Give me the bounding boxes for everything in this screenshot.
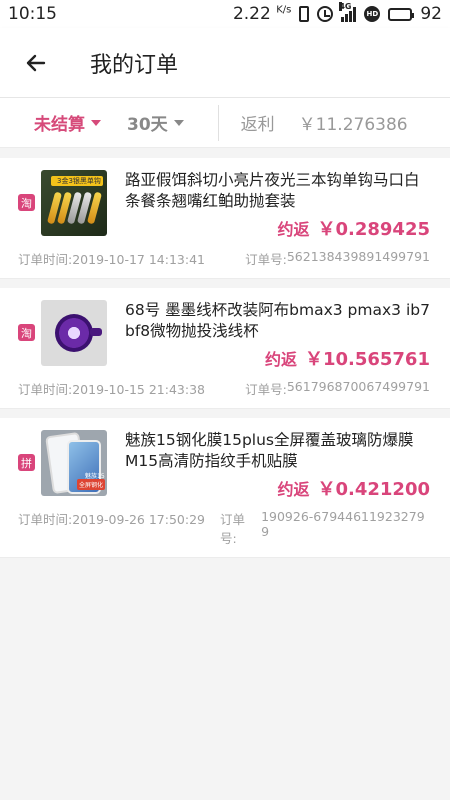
status-filter-dropdown[interactable]: 未结算 [34, 110, 101, 135]
order-time: 订单时间:2019-10-15 21:43:38 [18, 382, 205, 397]
pinduoduo-badge: 拼 [18, 454, 35, 471]
order-time: 订单时间:2019-09-26 17:50:29 [18, 512, 205, 527]
order-number: 订单号: 562138439891499791 [245, 249, 430, 267]
product-title: 魅族15钢化膜15plus全屏覆盖玻璃防爆膜M15高清防指纹手机贴膜 [125, 431, 414, 470]
filter-divider [217, 104, 219, 141]
network-speed: 2.22 K/s [232, 4, 292, 24]
rebate-total-value: ￥11.276386 [298, 115, 408, 135]
taobao-badge: 淘 [18, 324, 35, 341]
alarm-icon [317, 6, 334, 22]
arrow-left-icon[interactable] [22, 49, 50, 77]
period-filter-label: 30天 [127, 115, 168, 135]
order-card[interactable]: 淘 3金3银黑单钩 路亚假饵斜切小亮片夜光三本钩单钩马口白条餐条翘嘴红鲌助抛套装… [0, 158, 450, 279]
product-thumbnail[interactable] [41, 300, 107, 366]
page-title: 我的订单 [90, 52, 179, 78]
taobao-badge: 淘 [18, 194, 35, 211]
rebate-total-label: 返利 [240, 115, 275, 135]
order-number: 订单号: 561796870067499791 [245, 379, 430, 397]
vibrate-icon [299, 6, 310, 22]
status-bar: 10:15 2.22 K/s 4G HD 92 [0, 0, 450, 28]
hd-icon: HD [364, 6, 381, 22]
product-thumbnail[interactable]: 魅族15 全屏钢化 [41, 430, 107, 496]
app-header: 我的订单 [0, 28, 450, 98]
estimated-rebate: 约返 ￥10.565761 [264, 349, 430, 370]
order-number: 订单号: 190926-679446119232799 [220, 509, 425, 546]
estimated-rebate: 约返 ￥0.421200 [277, 479, 430, 500]
caret-down-icon [91, 119, 101, 126]
order-meta: 订单时间:2019-10-15 21:43:38 订单号: 56179687006… [18, 379, 430, 398]
order-card[interactable]: 拼 魅族15 全屏钢化 魅族15钢化膜15plus全屏覆盖玻璃防爆膜M15高清防… [0, 418, 450, 558]
order-list: 淘 3金3银黑单钩 路亚假饵斜切小亮片夜光三本钩单钩马口白条餐条翘嘴红鲌助抛套装… [0, 158, 450, 558]
product-thumbnail[interactable]: 3金3银黑单钩 [41, 170, 107, 236]
battery-icon [388, 7, 415, 21]
product-title: 68号 墨墨线杯改装阿布bmax3 pmax3 ib7 bf8微物抛投浅线杯 [125, 301, 430, 340]
filter-bar: 未结算 30天 返利 ￥11.276386 [0, 98, 450, 148]
status-time: 10:15 [8, 4, 57, 24]
order-time: 订单时间:2019-10-17 14:13:41 [18, 252, 205, 267]
period-filter-dropdown[interactable]: 30天 [127, 110, 184, 135]
estimated-rebate: 约返 ￥0.289425 [277, 219, 430, 240]
signal-icon: 4G [339, 2, 357, 22]
battery-level: 92 [420, 4, 442, 24]
status-filter-label: 未结算 [34, 115, 85, 135]
product-title: 路亚假饵斜切小亮片夜光三本钩单钩马口白条餐条翘嘴红鲌助抛套装 [125, 171, 420, 210]
order-meta: 订单时间:2019-09-26 17:50:29 订单号: 190926-6794… [18, 509, 430, 547]
caret-down-icon [173, 119, 184, 126]
status-icons: 2.22 K/s 4G HD 92 [232, 2, 442, 24]
order-card[interactable]: 淘 68号 墨墨线杯改装阿布bmax3 pmax3 ib7 bf8微物抛投浅线杯… [0, 288, 450, 409]
reel-spool-image [55, 314, 102, 352]
order-meta: 订单时间:2019-10-17 14:13:41 订单号: 56213843989… [18, 249, 430, 268]
